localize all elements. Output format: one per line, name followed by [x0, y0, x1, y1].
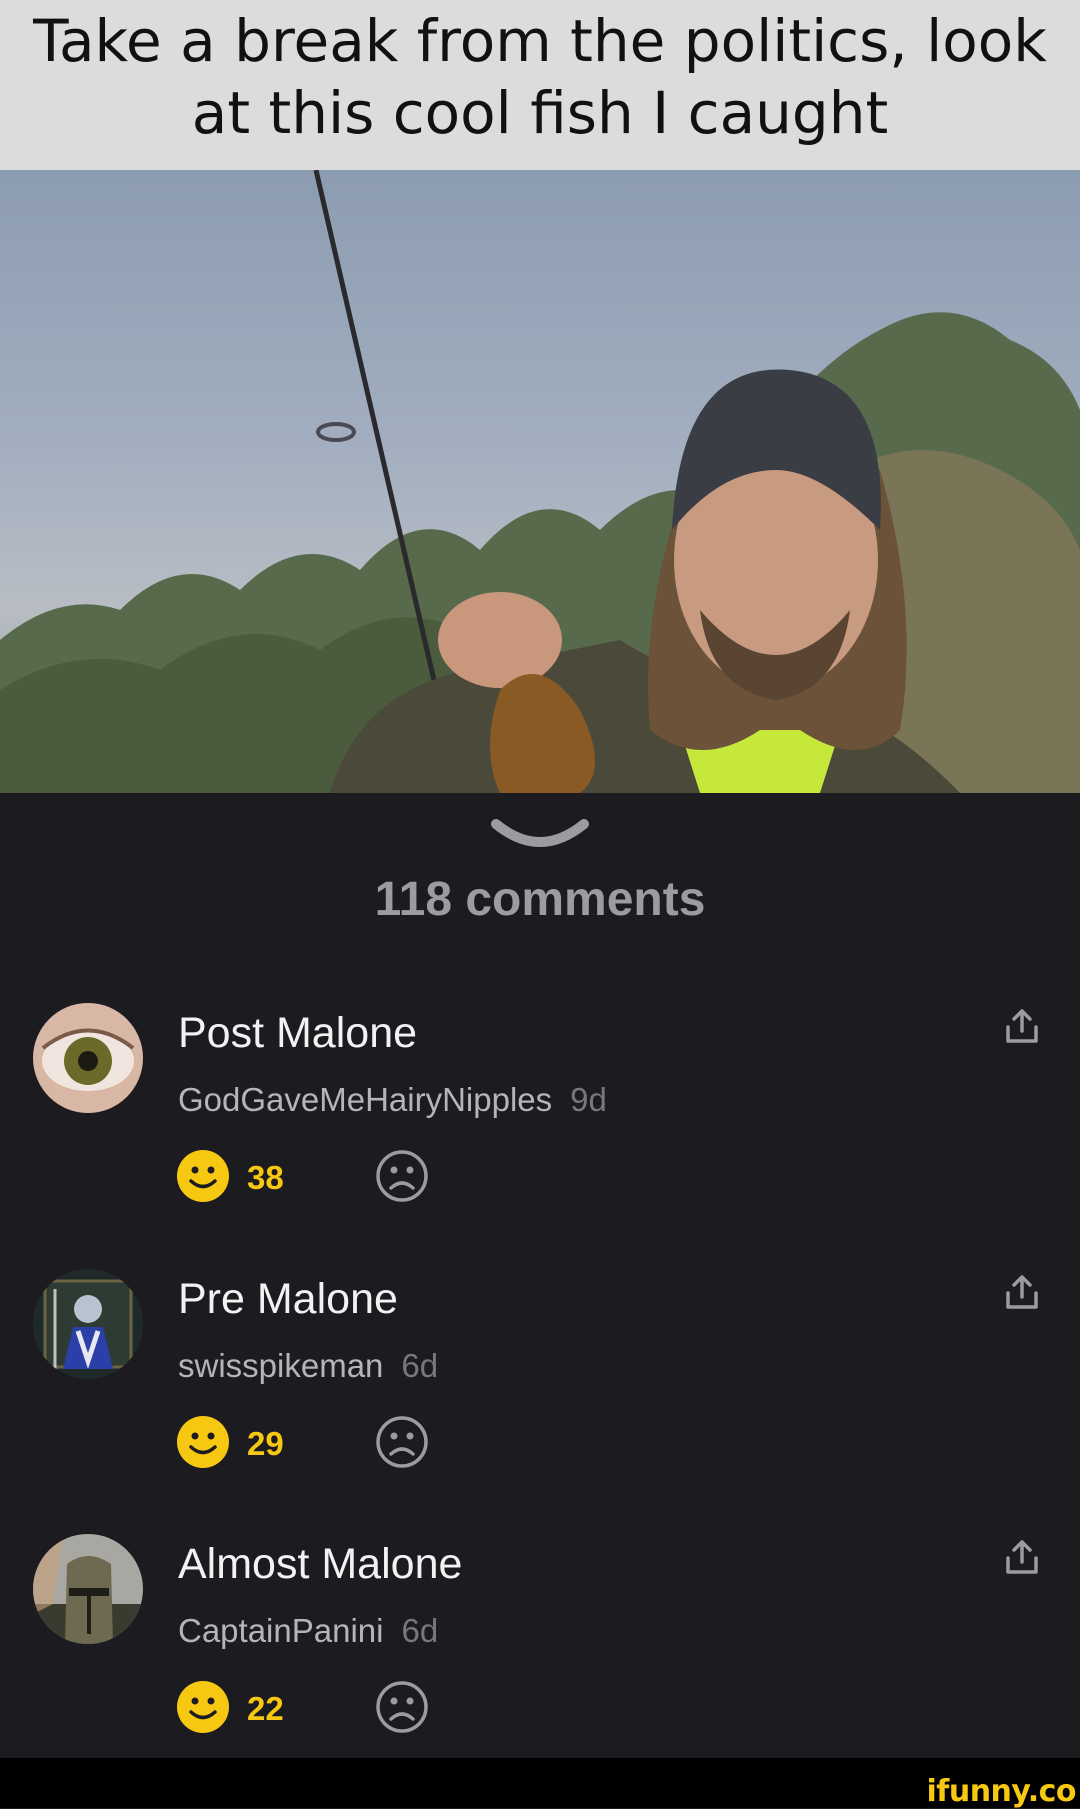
avatar[interactable]: [33, 1534, 143, 1644]
vote-count: 22: [247, 1690, 284, 1727]
comment-item: Almost Malone CaptainPanini 6d 22: [0, 1534, 1080, 1764]
meme-photo[interactable]: [0, 170, 1080, 793]
frown-icon[interactable]: [375, 1680, 429, 1734]
comment-author-name: Post Malone: [178, 1009, 418, 1057]
avatar[interactable]: [33, 1269, 143, 1379]
comment-meta: swisspikeman 6d: [178, 1347, 438, 1385]
comment-username[interactable]: GodGaveMeHairyNipples: [178, 1081, 552, 1118]
smile-icon[interactable]: [176, 1415, 230, 1469]
comment-time: 6d: [401, 1612, 439, 1649]
share-icon[interactable]: [1002, 1538, 1042, 1578]
smile-icon[interactable]: [176, 1680, 230, 1734]
vote-count: 38: [247, 1159, 284, 1196]
photo-illustration: [0, 170, 1080, 793]
avatar[interactable]: [33, 1003, 143, 1113]
vote-count: 29: [247, 1425, 284, 1462]
meme-caption: Take a break from the politics, look at …: [0, 0, 1080, 170]
comment-item: Pre Malone swisspikeman 6d 29: [0, 1269, 1080, 1499]
smile-icon[interactable]: [176, 1149, 230, 1203]
chevron-down-icon[interactable]: [490, 818, 590, 852]
knight-avatar-image: [33, 1269, 143, 1379]
comment-time: 6d: [401, 1347, 439, 1384]
comment-meta: CaptainPanini 6d: [178, 1612, 438, 1650]
comment-author-name: Almost Malone: [178, 1540, 463, 1588]
meme-caption-text: Take a break from the politics, look at …: [33, 7, 1047, 147]
share-icon[interactable]: [1002, 1007, 1042, 1047]
share-icon[interactable]: [1002, 1273, 1042, 1313]
eye-avatar-image: [33, 1003, 143, 1113]
footer-bar: [0, 1758, 1080, 1808]
comment-item: Post Malone GodGaveMeHairyNipples 9d 38: [0, 1003, 1080, 1233]
comment-username[interactable]: swisspikeman: [178, 1347, 383, 1384]
helmet-avatar-image: [33, 1534, 143, 1644]
comments-count: 118 comments: [374, 873, 706, 926]
comment-time: 9d: [570, 1081, 607, 1118]
comment-meta: GodGaveMeHairyNipples 9d: [178, 1081, 607, 1119]
comment-author-name: Pre Malone: [178, 1275, 398, 1323]
frown-icon[interactable]: [375, 1415, 429, 1469]
frown-icon[interactable]: [375, 1149, 429, 1203]
comment-username[interactable]: CaptainPanini: [178, 1612, 383, 1649]
watermark: ifunny.co: [926, 1774, 1077, 1809]
